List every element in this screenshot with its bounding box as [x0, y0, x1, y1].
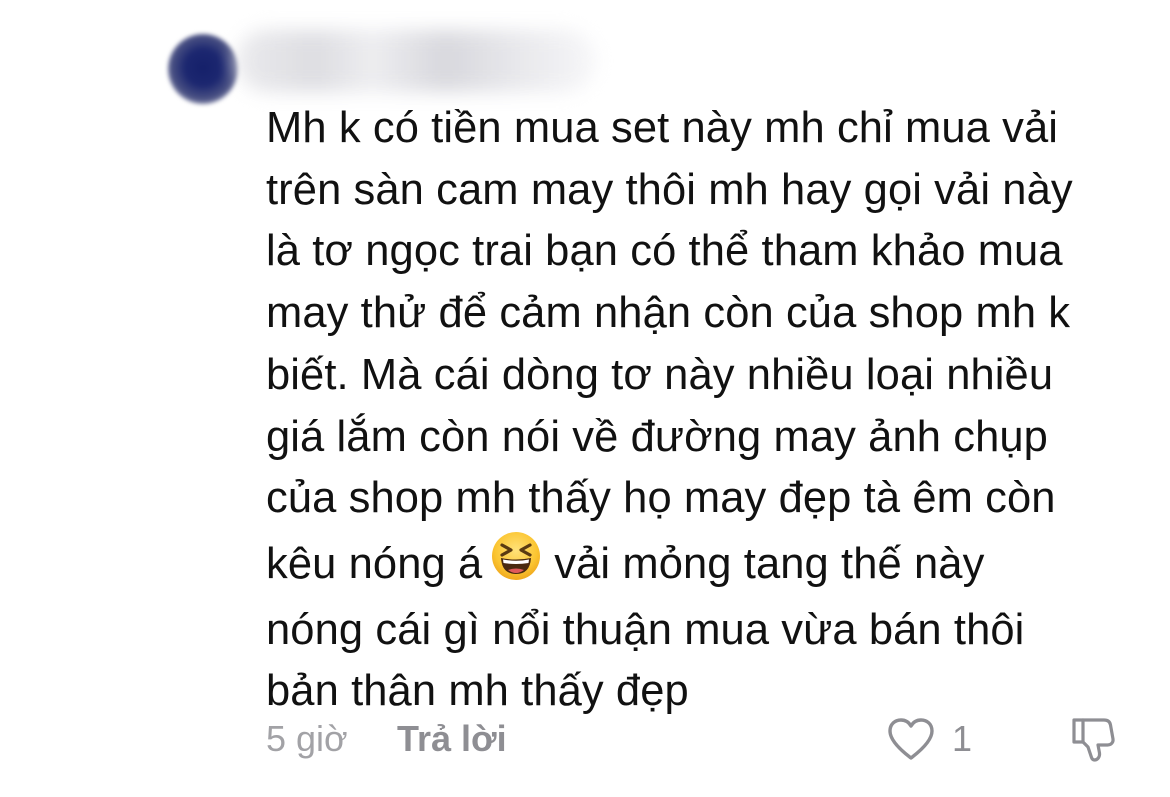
comment-line: giá lắm còn nói về đường may ảnh chụp	[266, 412, 1048, 461]
author-name-blurred[interactable]	[236, 30, 596, 92]
comment-line: Mh k có tiền mua set này mh chỉ mua vải	[266, 104, 1059, 152]
comment-line: nóng cái gì nổi thuận mua vừa bán thôi	[266, 605, 1025, 654]
comment-line: bản thân mh thấy đẹp	[266, 667, 689, 716]
comment-line: trên sàn cam may thôi mh hay gọi vải này	[266, 165, 1073, 214]
comment-line: của shop mh thấy họ may đẹp tà êm còn	[266, 474, 1056, 523]
thumbs-down-icon	[1072, 718, 1115, 762]
author-avatar[interactable]	[168, 34, 238, 104]
comment-text-segment: kêu nóng á	[266, 539, 483, 588]
reply-button[interactable]: Trả lời	[397, 715, 507, 763]
comment-line-with-emoji: kêu nóng á vải mỏng tang thế này	[266, 530, 1146, 600]
comment-footer: 5 giờ Trả lời 1	[266, 715, 1136, 763]
comment-line: là tơ ngọc trai bạn có thể tham khảo mua	[266, 227, 1063, 276]
heart-outline-icon	[888, 718, 934, 760]
comment-text: Mh k có tiền mua set này mh chỉ mua vải …	[266, 98, 1146, 723]
like-count: 1	[952, 718, 973, 759]
comment-text-segment: vải mỏng tang thế này	[554, 539, 985, 588]
grinning-squinting-face-emoji-icon	[490, 530, 542, 600]
comment-line: may thử để cảm nhận còn của shop mh k	[266, 289, 1071, 338]
comment-timestamp: 5 giờ	[266, 718, 348, 759]
dislike-button[interactable]	[1068, 715, 1118, 775]
comment-line: biết. Mà cái dòng tơ này nhiều loại nhiề…	[266, 350, 1054, 399]
